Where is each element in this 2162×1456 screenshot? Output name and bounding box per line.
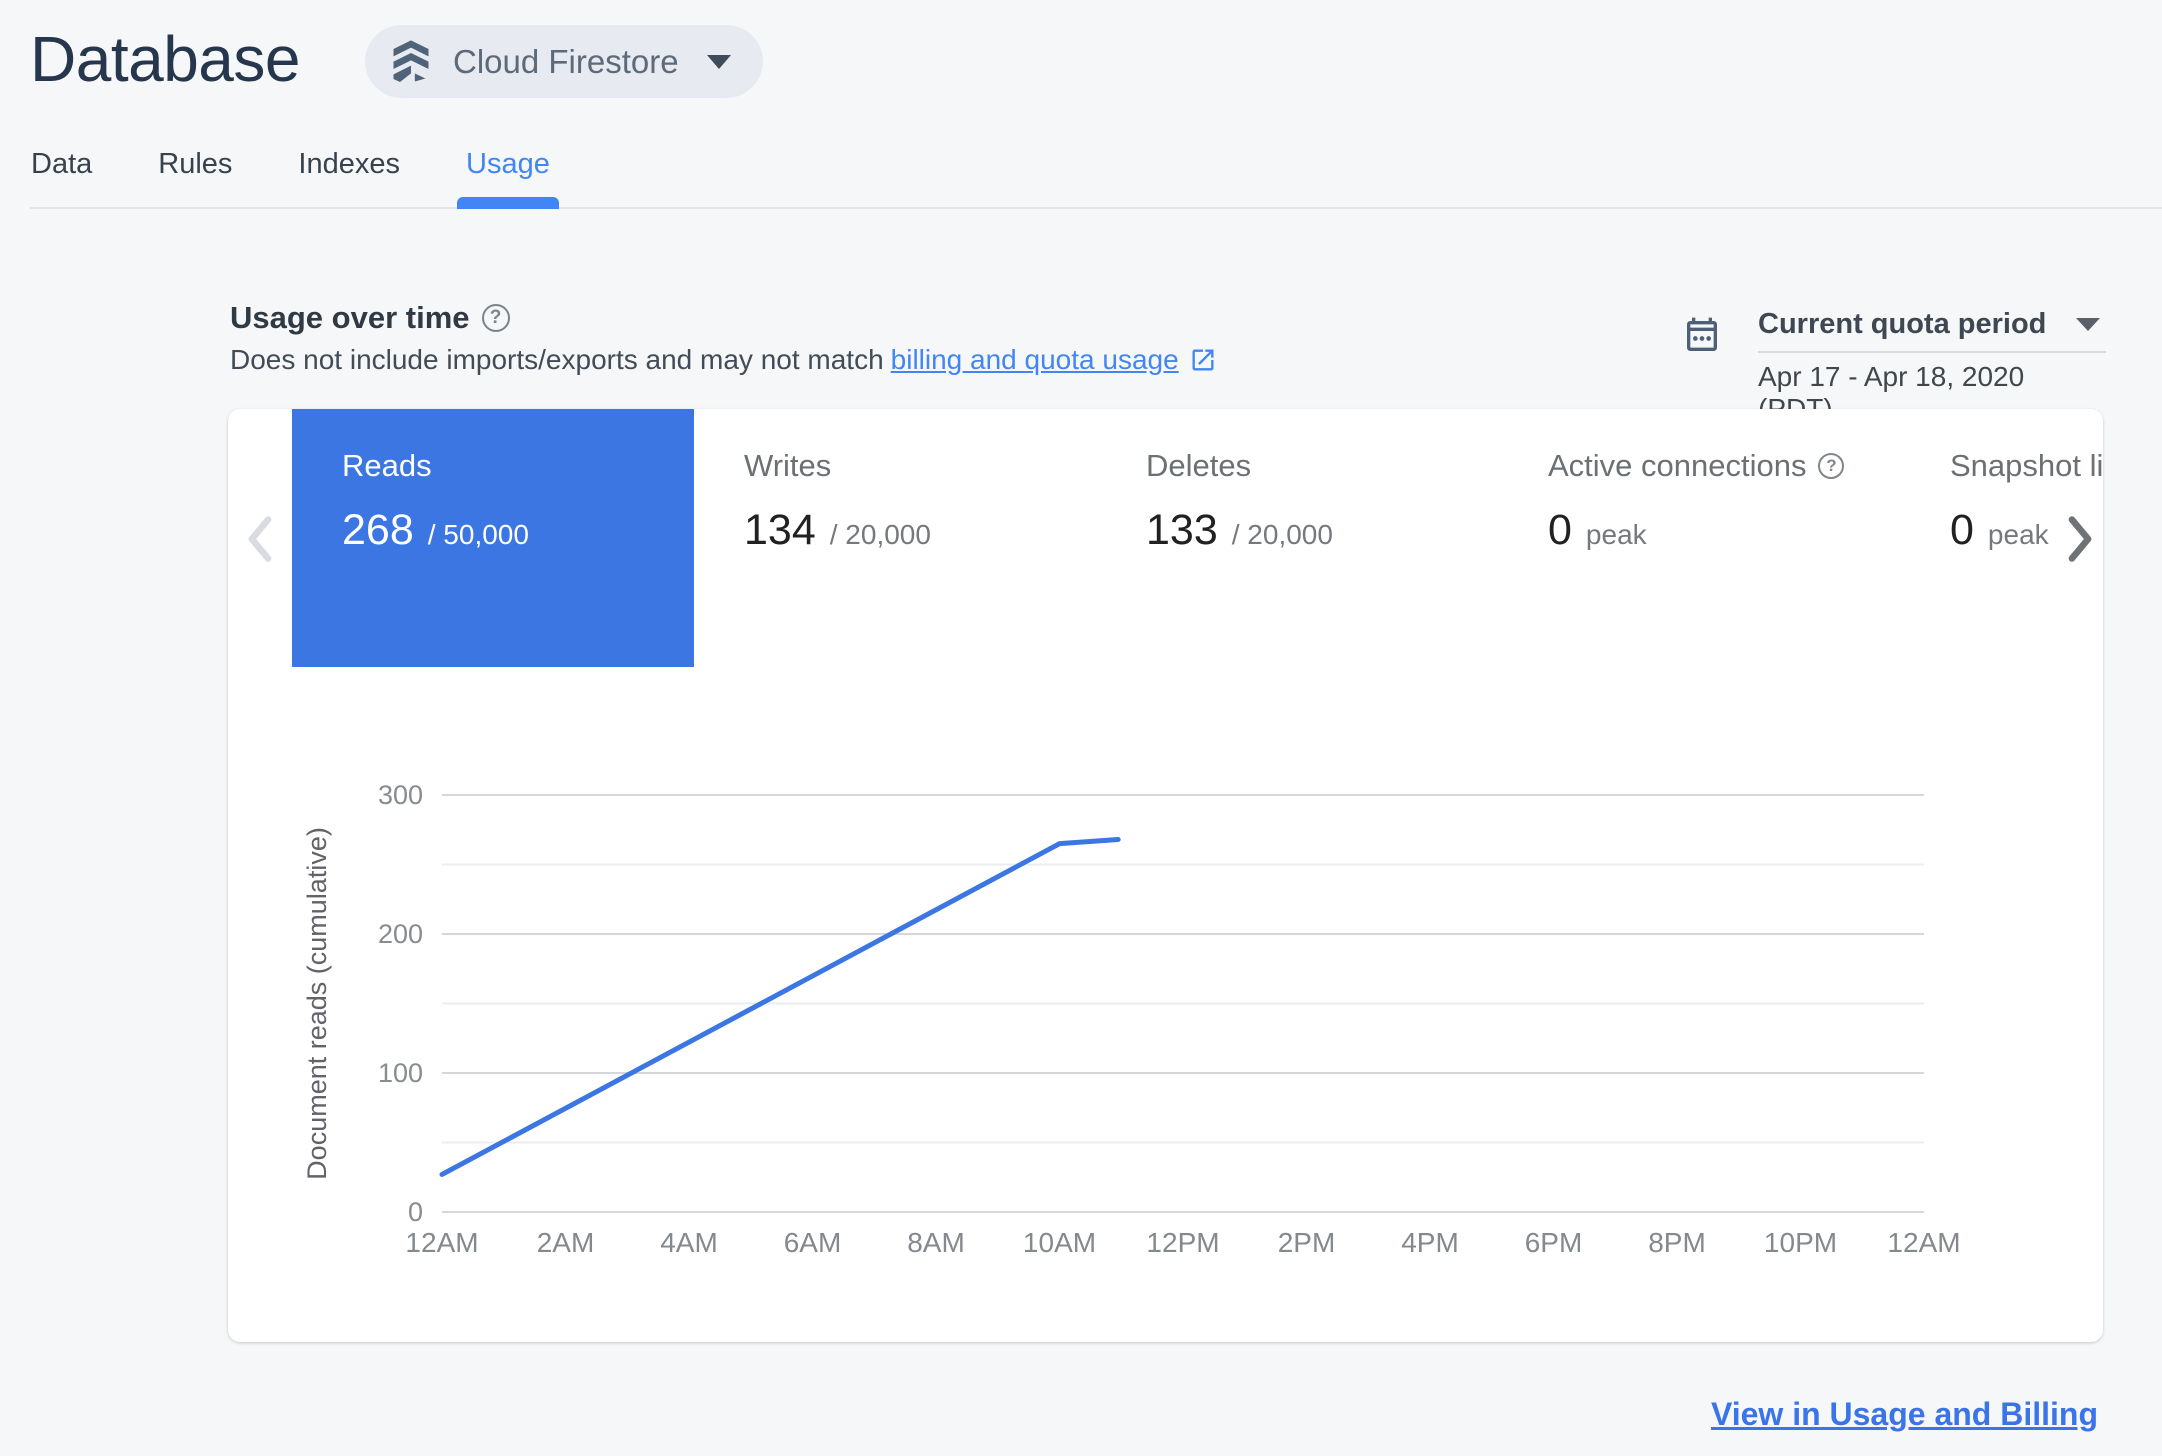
firestore-usage-page: Database Cloud Firestore Data Rules Inde… [0, 0, 2162, 1456]
metric-detail: / 20,000 [1231, 519, 1333, 550]
svg-text:0: 0 [408, 1197, 423, 1227]
quota-divider [1758, 351, 2106, 353]
metric-value: 268 [342, 506, 414, 554]
svg-text:200: 200 [378, 919, 423, 949]
usage-card: Reads 268 / 50,000 Writes 134 / 20,000 D… [228, 409, 2103, 1342]
tab-indexes[interactable]: Indexes [298, 140, 400, 209]
help-icon[interactable]: ? [481, 304, 510, 332]
svg-text:8AM: 8AM [907, 1227, 965, 1258]
metric-tile-deletes[interactable]: Deletes 133 / 20,000 [1096, 409, 1498, 667]
description-text: Does not include imports/exports and may… [230, 344, 884, 375]
svg-text:10PM: 10PM [1764, 1227, 1837, 1258]
section-description: Does not include imports/exports and may… [230, 344, 1217, 376]
metric-value: 134 [744, 506, 816, 554]
quota-period-selector[interactable]: Current quota period Apr 17 - Apr 18, 20… [1758, 308, 2106, 425]
metric-tile-reads[interactable]: Reads 268 / 50,000 [292, 409, 694, 667]
tab-data[interactable]: Data [31, 140, 92, 209]
firestore-icon [393, 39, 429, 82]
metric-label: Snapshot listeners [1950, 448, 2103, 483]
section-title: Usage over time [230, 300, 470, 335]
metric-tile-writes[interactable]: Writes 134 / 20,000 [694, 409, 1096, 667]
svg-text:4AM: 4AM [660, 1227, 718, 1258]
chevron-left-icon [248, 516, 272, 562]
billing-quota-link[interactable]: billing and quota usage [891, 344, 1179, 376]
tab-rules[interactable]: Rules [158, 140, 232, 209]
page-title: Database [30, 23, 300, 95]
metric-label: Deletes [1146, 448, 1252, 483]
metric-detail: / 50,000 [427, 519, 529, 550]
carousel-next-button[interactable] [2060, 513, 2100, 565]
svg-text:2AM: 2AM [537, 1227, 595, 1258]
svg-text:12AM: 12AM [1887, 1227, 1960, 1258]
svg-text:12AM: 12AM [405, 1227, 478, 1258]
metric-detail: peak [1987, 519, 2049, 550]
svg-text:6PM: 6PM [1525, 1227, 1583, 1258]
metric-label: Writes [744, 448, 832, 483]
chevron-down-icon [2076, 318, 2100, 331]
svg-text:2PM: 2PM [1278, 1227, 1336, 1258]
metric-value: 0 [1548, 506, 1572, 554]
svg-text:Document reads (cumulative): Document reads (cumulative) [302, 827, 332, 1180]
calendar-icon [1687, 317, 1717, 351]
svg-text:100: 100 [378, 1058, 423, 1088]
metric-label: Reads [342, 448, 432, 483]
open-in-new-icon [1192, 349, 1214, 371]
chevron-right-icon [2068, 516, 2092, 562]
metric-value: 0 [1950, 506, 1974, 554]
product-selector-label: Cloud Firestore [453, 42, 679, 80]
quota-period-label: Current quota period [1758, 308, 2047, 340]
chevron-down-icon [706, 54, 731, 69]
svg-text:10AM: 10AM [1023, 1227, 1096, 1258]
svg-text:8PM: 8PM [1648, 1227, 1706, 1258]
metric-value: 133 [1146, 506, 1218, 554]
view-usage-billing-link[interactable]: View in Usage and Billing [1711, 1396, 2098, 1433]
svg-text:300: 300 [378, 780, 423, 810]
tab-bar: Data Rules Indexes Usage [0, 140, 2162, 209]
svg-text:6AM: 6AM [784, 1227, 842, 1258]
svg-text:4PM: 4PM [1401, 1227, 1459, 1258]
tab-usage[interactable]: Usage [457, 140, 559, 209]
metric-tile-active-connections[interactable]: Active connections ? 0 peak [1498, 409, 1900, 667]
help-icon[interactable]: ? [1818, 453, 1845, 479]
metric-label: Active connections [1548, 448, 1807, 483]
metric-detail: peak [1585, 519, 1647, 550]
svg-text:12PM: 12PM [1146, 1227, 1219, 1258]
carousel-prev-button[interactable] [240, 513, 280, 565]
metric-detail: / 20,000 [829, 519, 931, 550]
product-selector[interactable]: Cloud Firestore [365, 25, 763, 98]
